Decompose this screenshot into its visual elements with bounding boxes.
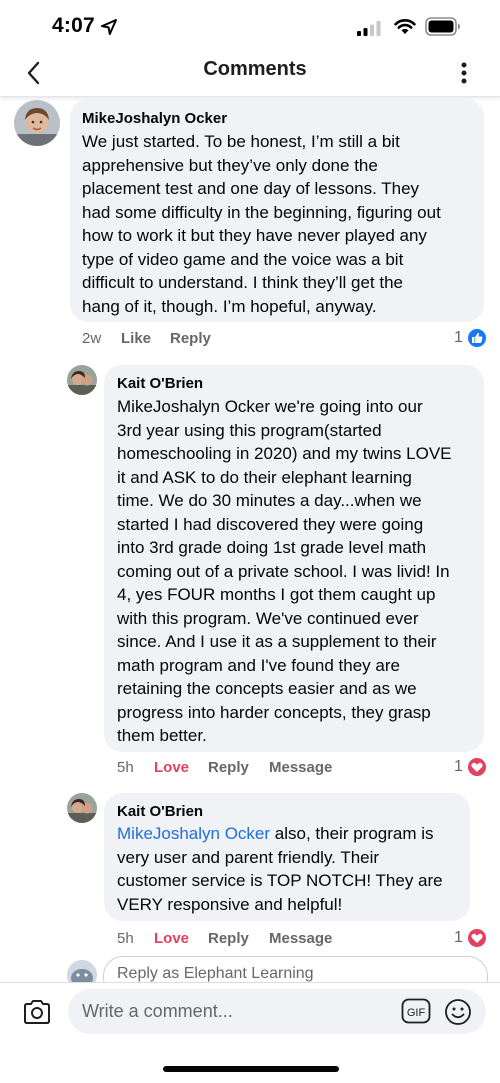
comment-line: it and ASK to do their elephant learning xyxy=(117,467,412,487)
comment-line: time. We do 30 minutes a day...when we xyxy=(117,491,422,510)
reaction-count[interactable]: 1 xyxy=(454,329,463,347)
comment-time[interactable]: 5h xyxy=(117,930,134,947)
home-indicator[interactable] xyxy=(163,1066,339,1072)
comment-line: into 3rd grade doing 1st grade level mat… xyxy=(117,538,427,557)
location-arrow-icon xyxy=(101,19,117,35)
reply-placeholder: Reply as Elephant Learning xyxy=(117,965,314,982)
mention-link[interactable]: MikeJoshalyn Ocker xyxy=(117,824,270,843)
comment-line: with this program. We've continued ever xyxy=(117,608,419,628)
reaction-count[interactable]: 1 xyxy=(454,929,463,947)
comment-line: math program and I've found they are xyxy=(117,655,400,675)
comment-author[interactable]: MikeJoshalyn Ocker xyxy=(82,110,227,127)
comment-line: MikeJoshalyn Ocker we're going into our xyxy=(117,397,423,416)
comment-author[interactable]: Kait O'Brien xyxy=(117,375,203,392)
comment-line: started I had discovered they were going xyxy=(117,514,424,534)
love-button[interactable]: Love xyxy=(154,759,189,776)
comment-line: homeschooling in 2020) and my twins LOVE xyxy=(117,444,452,463)
comment-text: MikeJoshalyn Ocker also, their program i… xyxy=(117,822,443,916)
message-button[interactable]: Message xyxy=(269,759,332,776)
comment-line: customer service is TOP NOTCH! They are xyxy=(117,871,443,890)
comment-line: type of video game and the voice was a b… xyxy=(82,249,404,269)
comment-line: VERY responsive and helpful! xyxy=(117,894,343,914)
comment-line: them better. xyxy=(117,726,207,745)
love-reaction-icon[interactable] xyxy=(466,756,488,778)
reaction-count[interactable]: 1 xyxy=(454,758,463,776)
status-time: 4:07 xyxy=(52,14,95,37)
gif-label: GIF xyxy=(407,1007,426,1019)
comment-line: MikeJoshalyn Ocker also, their program i… xyxy=(117,822,443,846)
reply-button[interactable]: Reply xyxy=(208,759,249,776)
comment-text: MikeJoshalyn Ocker we're going into our … xyxy=(117,395,452,748)
love-button[interactable]: Love xyxy=(154,930,189,947)
more-vertical-icon[interactable] xyxy=(450,58,478,88)
comment-line: apprehensive but they’ve only done the xyxy=(82,155,378,175)
camera-icon[interactable] xyxy=(22,998,52,1026)
comment-line: very user and parent friendly. Their xyxy=(117,847,380,867)
comment-line: had some difficulty in the beginning, fi… xyxy=(82,202,441,222)
battery-icon xyxy=(425,17,460,36)
reply-button[interactable]: Reply xyxy=(170,330,211,347)
comment-line: 3rd year using this program(started xyxy=(117,420,382,440)
comment-line: difficult to understand. I think they’ll… xyxy=(82,273,403,292)
comment-line: We just started. To be honest, I’m still… xyxy=(82,132,400,151)
message-button[interactable]: Message xyxy=(269,930,332,947)
comment-text: We just started. To be honest, I’m still… xyxy=(82,130,441,318)
comment-time[interactable]: 2w xyxy=(82,330,101,347)
emoji-icon[interactable] xyxy=(444,998,472,1026)
avatar[interactable] xyxy=(14,100,60,146)
gif-icon[interactable]: GIF xyxy=(401,998,431,1024)
avatar[interactable] xyxy=(67,365,97,395)
comment-line: placement test and one day of lessons. T… xyxy=(82,179,420,198)
like-button[interactable]: Like xyxy=(121,330,151,347)
comment-line-rest: also, their program is xyxy=(270,824,434,843)
comment-line: coming out of a private school. I was li… xyxy=(117,561,450,581)
love-reaction-icon[interactable] xyxy=(466,927,488,949)
comment-time[interactable]: 5h xyxy=(117,759,134,776)
comment-line: retaining the concepts easier and as we xyxy=(117,679,417,698)
reply-button[interactable]: Reply xyxy=(208,930,249,947)
comment-line: 4, yes FOUR months I got them caught up xyxy=(117,585,436,604)
comment-line: progress into harder concepts, they gras… xyxy=(117,702,431,722)
avatar[interactable] xyxy=(67,793,97,823)
comment-line: hang of it, though. I’m hopeful, anyway. xyxy=(82,296,377,316)
comment-line: since. And I use it as a supplement to t… xyxy=(117,632,437,651)
comment-author[interactable]: Kait O'Brien xyxy=(117,803,203,820)
page-title: Comments xyxy=(203,58,307,80)
like-reaction-icon[interactable] xyxy=(466,327,488,349)
wifi-icon xyxy=(394,19,416,34)
comment-input-placeholder: Write a comment... xyxy=(82,1001,233,1021)
comment-line: how to work it but they have never playe… xyxy=(82,226,427,245)
signal-icon xyxy=(357,21,381,36)
